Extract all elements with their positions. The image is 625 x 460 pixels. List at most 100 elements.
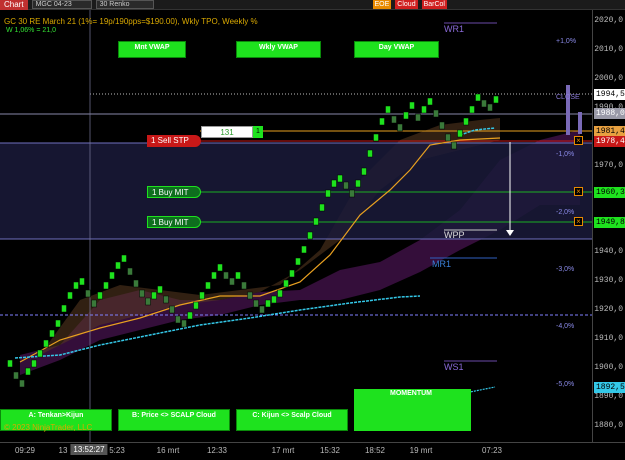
copyright-text: © 2023 NinjaTrader, LLC [4, 423, 93, 432]
renko-brick [13, 371, 19, 380]
renko-brick [247, 291, 253, 300]
monthly-vwap-button[interactable]: Mnt VWAP [118, 41, 186, 58]
close-marker [566, 85, 570, 135]
chart-tab-title[interactable]: Chart [0, 0, 28, 10]
cloud-toggle[interactable]: Cloud [395, 0, 418, 9]
wpp-label: WPP [444, 230, 465, 240]
price-flag: 1988,0 [594, 108, 625, 119]
chart-canvas[interactable] [0, 10, 592, 442]
renko-brick [205, 281, 211, 290]
time-tick: 5:23 [109, 446, 125, 455]
renko-brick [169, 305, 175, 314]
order-quantity-badge[interactable]: 1 [253, 126, 263, 138]
renko-brick [175, 315, 181, 324]
sell-zone [0, 143, 592, 239]
renko-brick [337, 174, 343, 183]
renko-brick [451, 141, 457, 150]
renko-brick [211, 271, 217, 280]
renko-brick [271, 295, 277, 304]
renko-brick [439, 121, 445, 130]
time-tick: 16 mrt [156, 446, 180, 455]
renko-brick [397, 123, 403, 132]
pct-label-minus4: -4,0% [556, 323, 575, 330]
cancel-buy-order-2-icon[interactable]: × [574, 217, 583, 226]
time-axis[interactable]: 09:29 13 5:23 16 mrt 12:33 17 mrt 15:32 18:52 19… [0, 442, 625, 460]
renko-brick [313, 217, 319, 226]
time-tick: 19 mrt [409, 446, 433, 455]
renko-brick [433, 109, 439, 118]
renko-brick [295, 257, 301, 266]
instrument-selector[interactable]: MGC 04-23 [31, 0, 92, 9]
renko-brick [55, 319, 61, 328]
renko-brick [415, 113, 421, 122]
price-tick: 1930,0 [594, 276, 623, 286]
renko-brick [391, 115, 397, 124]
renko-brick [103, 281, 109, 290]
renko-brick [31, 359, 37, 368]
bar-type-selector[interactable]: 30 Renko [95, 0, 154, 9]
weekly-vwap-button[interactable]: Wkly VWAP [236, 41, 321, 58]
momentum-label: MOMENTUM [390, 390, 432, 397]
renko-brick [283, 279, 289, 288]
renko-brick [421, 105, 427, 114]
renko-brick [331, 179, 337, 188]
price-tick: 2010,0 [594, 44, 623, 54]
close-label: CLOSE [556, 94, 580, 101]
renko-brick [385, 105, 391, 114]
renko-brick [97, 291, 103, 300]
kijun-scalp-cloud-button[interactable]: C: Kijun <> Scalp Cloud [236, 409, 348, 431]
renko-brick [355, 179, 361, 188]
renko-brick [121, 254, 127, 263]
renko-brick [325, 189, 331, 198]
renko-brick [445, 133, 451, 142]
pct-label-minus5: -5,0% [556, 381, 575, 388]
renko-brick [493, 95, 499, 104]
price-tick: 1880,0 [594, 420, 623, 430]
cancel-buy-order-1-icon[interactable]: × [574, 187, 583, 196]
time-tick: 09:29 [14, 446, 36, 455]
ws1-label: WS1 [444, 362, 464, 372]
buy-mit-order-1[interactable]: 1 Buy MIT [147, 186, 201, 198]
pct-label-minus2: -2,0% [556, 209, 575, 216]
time-tick: 15:32 [319, 446, 341, 455]
renko-brick [229, 277, 235, 286]
renko-brick [73, 281, 79, 290]
renko-brick [319, 203, 325, 212]
renko-brick [25, 367, 31, 376]
price-scalp-cloud-button[interactable]: B: Price <> SCALP Cloud [118, 409, 230, 431]
renko-brick [289, 269, 295, 278]
renko-brick [349, 189, 355, 198]
pct-label-minus3: -3,0% [556, 266, 575, 273]
price-tick: 1920,0 [594, 305, 623, 314]
cancel-sell-order-icon[interactable]: × [574, 136, 583, 145]
chart-toolbar: Chart MGC 04-23 30 Renko EOE Cloud BarCo… [0, 0, 625, 10]
day-vwap-button[interactable]: Day VWAP [354, 41, 439, 58]
eoe-toggle[interactable]: EOE [372, 0, 392, 9]
renko-brick [145, 297, 151, 306]
renko-brick [37, 349, 43, 358]
price-flag: 1978,4 [594, 136, 625, 147]
renko-brick [277, 289, 283, 298]
barcol-toggle[interactable]: BarCol [421, 0, 447, 9]
renko-brick [139, 289, 145, 298]
price-flag: 1892,5 [594, 382, 625, 393]
pct-label-minus1: -1,0% [556, 151, 575, 158]
time-tick: 07:23 [481, 446, 503, 455]
chart-info-line: GC 30 RE March 21 (1%= 19p/190pps=$190.0… [4, 17, 258, 26]
renko-brick [217, 263, 223, 272]
buy-mit-order-2[interactable]: 1 Buy MIT [147, 216, 201, 228]
renko-brick [409, 101, 415, 110]
renko-brick [301, 245, 307, 254]
time-tick: 12:33 [206, 446, 228, 455]
price-tick: 1900,0 [594, 362, 623, 372]
renko-brick [373, 133, 379, 142]
renko-brick [61, 304, 67, 313]
renko-brick [127, 267, 133, 276]
renko-brick [109, 271, 115, 280]
price-flag: 1960,3 [594, 187, 625, 198]
renko-brick [343, 181, 349, 190]
time-tick: 13 [58, 446, 68, 455]
renko-brick [151, 291, 157, 300]
sell-stop-order[interactable]: 1 Sell STP [147, 135, 201, 147]
order-quantity-field[interactable]: 131 [201, 126, 253, 138]
